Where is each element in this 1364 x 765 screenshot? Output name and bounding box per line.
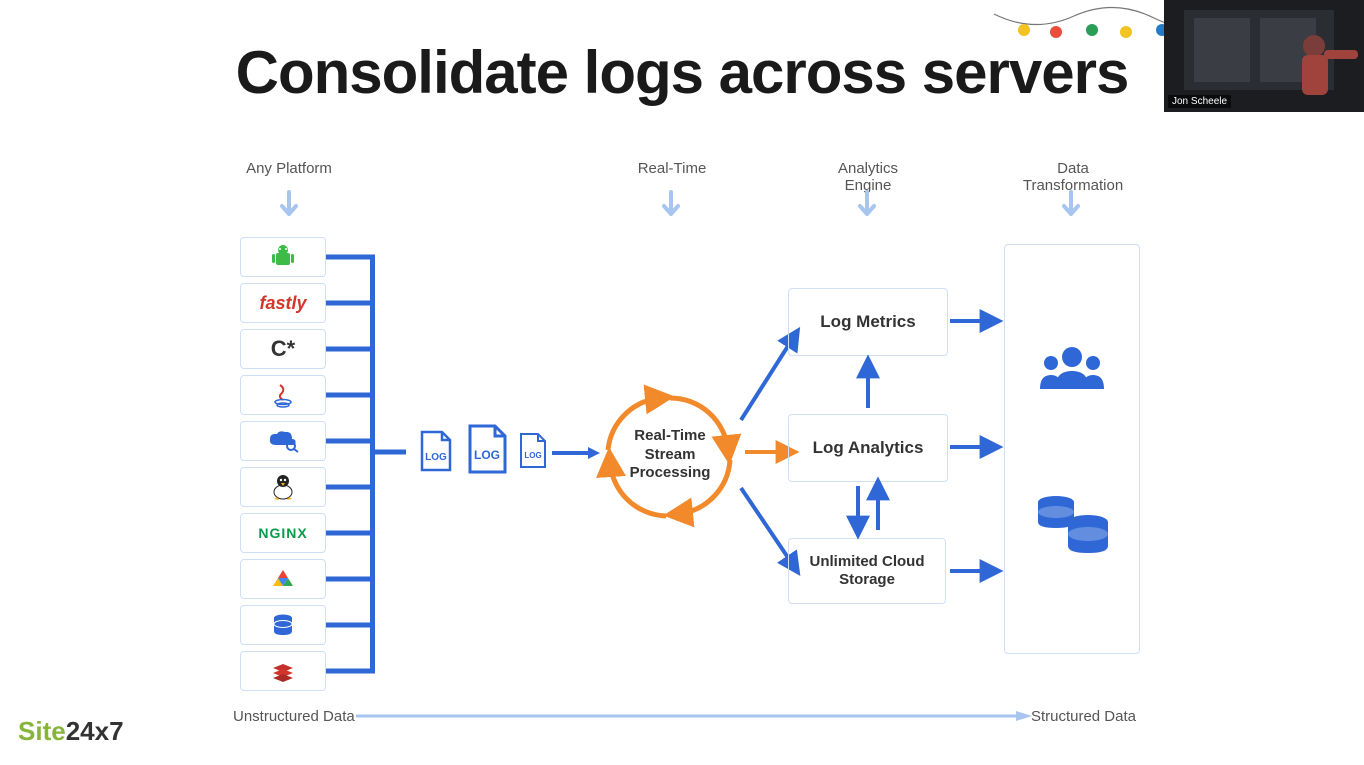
down-arrow-icon	[1060, 192, 1082, 222]
col-label-transform: Data Transformation	[1008, 160, 1138, 194]
log-file-icon: LOG	[465, 424, 509, 476]
java-icon	[272, 382, 294, 408]
data-transformation-box	[1004, 244, 1140, 654]
platform-cloud-search	[240, 421, 326, 461]
platform-android	[240, 237, 326, 277]
col-label-realtime: Real-Time	[632, 160, 712, 177]
gcp-icon	[271, 568, 295, 590]
slide-title: Consolidate logs across servers	[0, 38, 1364, 107]
platform-nginx: NGINX	[240, 513, 326, 553]
engine-to-output-arrows	[950, 310, 1006, 600]
platform-redis	[240, 651, 326, 691]
platform-gcp	[240, 559, 326, 599]
down-arrow-icon	[278, 192, 300, 222]
engine-link-arrows	[848, 356, 888, 538]
svg-text:LOG: LOG	[425, 452, 447, 463]
svg-text:LOG: LOG	[474, 448, 500, 462]
log-metrics-box: Log Metrics	[788, 288, 948, 356]
log-file-icon: LOG	[518, 432, 548, 470]
footer-left-label: Unstructured Data	[233, 708, 355, 725]
down-arrow-icon	[660, 192, 682, 222]
stream-processing-label: Real-Time Stream Processing	[600, 390, 740, 520]
log-file-icon: LOG	[418, 430, 454, 474]
cloud-search-icon	[267, 429, 299, 453]
arrow-right-icon	[552, 445, 602, 461]
col-label-analytics: Analytics Engine	[818, 160, 918, 194]
down-arrow-icon	[856, 192, 878, 222]
svg-text:LOG: LOG	[524, 451, 541, 460]
platform-fastly: fastly	[240, 283, 326, 323]
platform-cassandra: C*	[240, 329, 326, 369]
linux-icon	[271, 473, 295, 501]
brand-logo: Site24x7	[18, 716, 124, 747]
redis-icon	[270, 660, 296, 682]
databases-icon	[1030, 492, 1114, 556]
footer-right-label: Structured Data	[1031, 708, 1136, 725]
users-icon	[1037, 343, 1107, 397]
platform-linux	[240, 467, 326, 507]
platform-bus	[326, 237, 406, 691]
cloud-storage-box: Unlimited Cloud Storage	[788, 538, 946, 604]
database-icon	[271, 613, 295, 637]
col-label-platform: Any Platform	[244, 160, 334, 177]
footer-arrow	[356, 711, 1032, 721]
platform-database	[240, 605, 326, 645]
android-icon	[270, 244, 296, 270]
webcam-thumbnail: Jon Scheele	[1164, 0, 1364, 112]
stream-processing-node: Real-Time Stream Processing	[600, 390, 740, 520]
platform-java	[240, 375, 326, 415]
webcam-name-label: Jon Scheele	[1168, 95, 1231, 108]
